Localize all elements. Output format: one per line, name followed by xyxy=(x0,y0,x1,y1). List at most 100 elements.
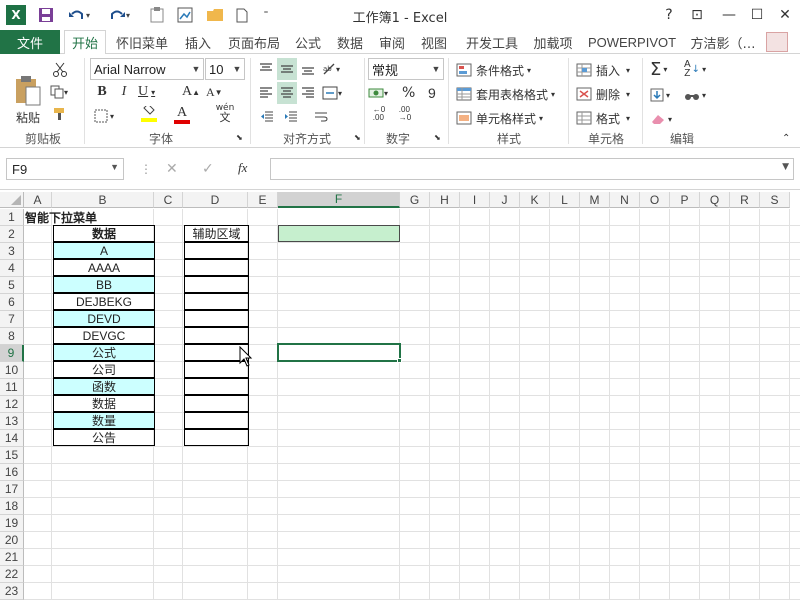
aux-cell[interactable] xyxy=(184,378,249,395)
tab-formulas[interactable]: 公式 xyxy=(290,30,326,54)
data-cell[interactable]: DEJBEKG xyxy=(53,293,155,310)
formula-input[interactable]: ▼ xyxy=(270,158,794,180)
column-header[interactable]: A xyxy=(24,192,52,208)
comma-style-button[interactable]: 9 xyxy=(428,82,446,104)
insert-cells-button[interactable]: 插入 ▾ xyxy=(576,60,642,80)
close-icon[interactable]: ✕ xyxy=(772,4,798,26)
column-header[interactable]: L xyxy=(550,192,580,208)
copy-icon[interactable]: ▾ xyxy=(50,82,78,102)
aux-cell[interactable] xyxy=(184,429,249,446)
data-cell[interactable]: 函数 xyxy=(53,378,155,395)
row-header[interactable]: 4 xyxy=(0,260,24,277)
sort-filter-icon[interactable]: A Z ↓ ▾ xyxy=(684,58,712,80)
tab-user-account[interactable]: 方洁影（… xyxy=(684,30,762,54)
row-header[interactable]: 12 xyxy=(0,396,24,413)
autosum-icon[interactable]: Σ ▾ xyxy=(650,58,678,80)
tab-developer[interactable]: 开发工具 xyxy=(460,30,524,54)
active-cell-selection[interactable] xyxy=(277,343,401,362)
column-header[interactable]: F xyxy=(278,192,400,208)
name-box[interactable]: F9 ▼ xyxy=(6,158,124,180)
tab-view[interactable]: 视图 xyxy=(416,30,452,54)
aux-cell[interactable] xyxy=(184,276,249,293)
row-header[interactable]: 20 xyxy=(0,532,24,549)
aux-cell[interactable] xyxy=(184,412,249,429)
column-header[interactable]: O xyxy=(640,192,670,208)
fill-handle[interactable] xyxy=(397,358,402,363)
aux-cell[interactable] xyxy=(184,327,249,344)
data-cell[interactable]: BB xyxy=(53,276,155,293)
row-header[interactable]: 7 xyxy=(0,311,24,328)
format-painter-icon[interactable] xyxy=(50,104,70,124)
underline-button[interactable]: U ▾ xyxy=(138,82,166,102)
align-bottom-icon[interactable] xyxy=(298,58,318,80)
wrap-text-icon[interactable] xyxy=(310,106,332,128)
save-icon[interactable] xyxy=(34,4,58,26)
data-cell[interactable]: DEVD xyxy=(53,310,155,327)
maximize-icon[interactable]: ☐ xyxy=(744,4,770,26)
tab-addins[interactable]: 加载项 xyxy=(528,30,578,54)
font-name-combo[interactable]: Arial Narrow ▼ xyxy=(90,58,204,80)
ribbon-display-options-icon[interactable]: ⊡ xyxy=(684,4,710,26)
find-select-icon[interactable]: ▾ xyxy=(684,84,712,106)
row-header[interactable]: 23 xyxy=(0,583,24,600)
borders-icon[interactable]: ▾ xyxy=(94,106,118,126)
confirm-entry-icon[interactable]: ✓ xyxy=(202,161,214,177)
column-header[interactable]: G xyxy=(400,192,430,208)
align-top-icon[interactable] xyxy=(256,58,276,80)
conditional-formatting-button[interactable]: 条件格式 ▾ xyxy=(456,60,556,80)
paste-button[interactable]: 粘贴 xyxy=(10,60,46,126)
data-cell[interactable]: A xyxy=(53,242,155,259)
row-header[interactable]: 19 xyxy=(0,515,24,532)
cell-styles-button[interactable]: 单元格样式 ▾ xyxy=(456,108,556,128)
aux-header-cell[interactable]: 辅助区域 xyxy=(184,225,249,242)
delete-cells-button[interactable]: 删除 ▾ xyxy=(576,84,642,104)
row-header[interactable]: 8 xyxy=(0,328,24,345)
align-middle-icon[interactable] xyxy=(277,58,297,80)
aux-cell[interactable] xyxy=(184,310,249,327)
row-header[interactable]: 3 xyxy=(0,243,24,260)
tab-review[interactable]: 审阅 xyxy=(374,30,410,54)
tab-data[interactable]: 数据 xyxy=(332,30,368,54)
row-header[interactable]: 5 xyxy=(0,277,24,294)
sheet-title-cell[interactable]: 智能下拉菜单 xyxy=(25,209,125,226)
customize-qat-icon[interactable]: ⁼ xyxy=(258,4,274,26)
column-header[interactable]: M xyxy=(580,192,610,208)
decrease-decimal-icon[interactable]: .00 →0 xyxy=(394,106,416,128)
avatar[interactable] xyxy=(766,32,788,52)
format-as-table-button[interactable]: 套用表格格式 ▾ xyxy=(456,84,566,104)
row-header[interactable]: 18 xyxy=(0,498,24,515)
data-header-cell[interactable]: 数据 xyxy=(53,225,155,242)
fill-icon[interactable]: ▾ xyxy=(650,84,678,106)
folder-icon[interactable] xyxy=(204,4,226,26)
tab-powerpivot[interactable]: POWERPIVOT xyxy=(584,30,680,54)
row-header[interactable]: 1 xyxy=(0,209,24,226)
data-cell[interactable]: DEVGC xyxy=(53,327,155,344)
text-orientation-icon[interactable]: ab ▾ xyxy=(322,58,348,80)
column-header[interactable]: C xyxy=(154,192,183,208)
column-header[interactable]: D xyxy=(183,192,248,208)
undo-icon[interactable]: ▾ xyxy=(64,4,94,26)
aux-cell[interactable] xyxy=(184,395,249,412)
row-header[interactable]: 15 xyxy=(0,447,24,464)
format-cells-button[interactable]: 格式 ▾ xyxy=(576,108,642,128)
align-right-icon[interactable] xyxy=(298,82,318,104)
row-header[interactable]: 10 xyxy=(0,362,24,379)
dialog-launcher-icon[interactable]: ⬊ xyxy=(354,132,364,142)
column-header[interactable]: S xyxy=(760,192,790,208)
decrease-font-icon[interactable]: A ▼ xyxy=(206,82,223,102)
row-header[interactable]: 6 xyxy=(0,294,24,311)
aux-cell[interactable] xyxy=(184,242,249,259)
phonetic-guide-icon[interactable]: wén 文 xyxy=(212,104,238,128)
column-header[interactable]: H xyxy=(430,192,460,208)
increase-font-icon[interactable]: A ▲ xyxy=(182,82,200,102)
cut-icon[interactable] xyxy=(50,60,70,80)
row-header[interactable]: 16 xyxy=(0,464,24,481)
dialog-launcher-icon[interactable]: ⬊ xyxy=(236,132,246,142)
tab-page-layout[interactable]: 页面布局 xyxy=(222,30,286,54)
currency-format-icon[interactable]: ▾ xyxy=(368,82,396,104)
column-header[interactable]: B xyxy=(52,192,154,208)
data-cell[interactable]: 公式 xyxy=(53,344,155,361)
worksheet-grid[interactable]: ABCDEFGHIJKLMNOPQRS 1 2 3 4 5 6 7 8 9 10 11 12 13 14 1… xyxy=(0,190,800,600)
number-format-combo[interactable]: 常规 ▼ xyxy=(368,58,444,80)
minimize-icon[interactable]: — xyxy=(716,4,742,26)
